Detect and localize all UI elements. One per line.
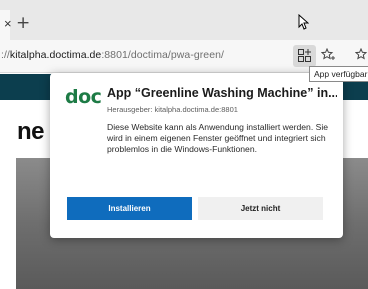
app-available-button[interactable] xyxy=(293,45,316,67)
app-available-tooltip: App verfügbar xyxy=(309,66,368,82)
url-text[interactable]: ://kitalpha.doctima.de:8801/doctima/pwa-… xyxy=(1,49,224,61)
dialog-title: App “Greenline Washing Machine” in... xyxy=(107,86,337,100)
url-host: kitalpha.doctima.de xyxy=(9,49,102,61)
new-tab-icon[interactable]: + xyxy=(16,13,30,33)
tab-strip: × + xyxy=(0,0,368,40)
app-available-icon xyxy=(298,49,311,62)
favorites-star-icon[interactable] xyxy=(355,48,368,62)
dialog-description: Diese Website kann als Anwendung install… xyxy=(107,122,329,154)
mouse-cursor-icon xyxy=(298,14,309,30)
install-app-dialog: doc App “Greenline Washing Machine” in..… xyxy=(50,73,343,238)
app-logo: doc xyxy=(65,86,102,108)
close-tab-icon[interactable]: × xyxy=(4,16,12,32)
install-button[interactable]: Installieren xyxy=(67,197,192,220)
add-favorite-icon[interactable] xyxy=(321,48,335,62)
not-now-button[interactable]: Jetzt nicht xyxy=(198,197,323,220)
site-heading: ne xyxy=(17,118,45,145)
publisher-text: Herausgeber: kitalpha.doctima.de:8801 xyxy=(107,105,238,114)
url-prefix: :// xyxy=(1,49,10,61)
url-path: :8801/doctima/pwa-green/ xyxy=(101,49,224,61)
